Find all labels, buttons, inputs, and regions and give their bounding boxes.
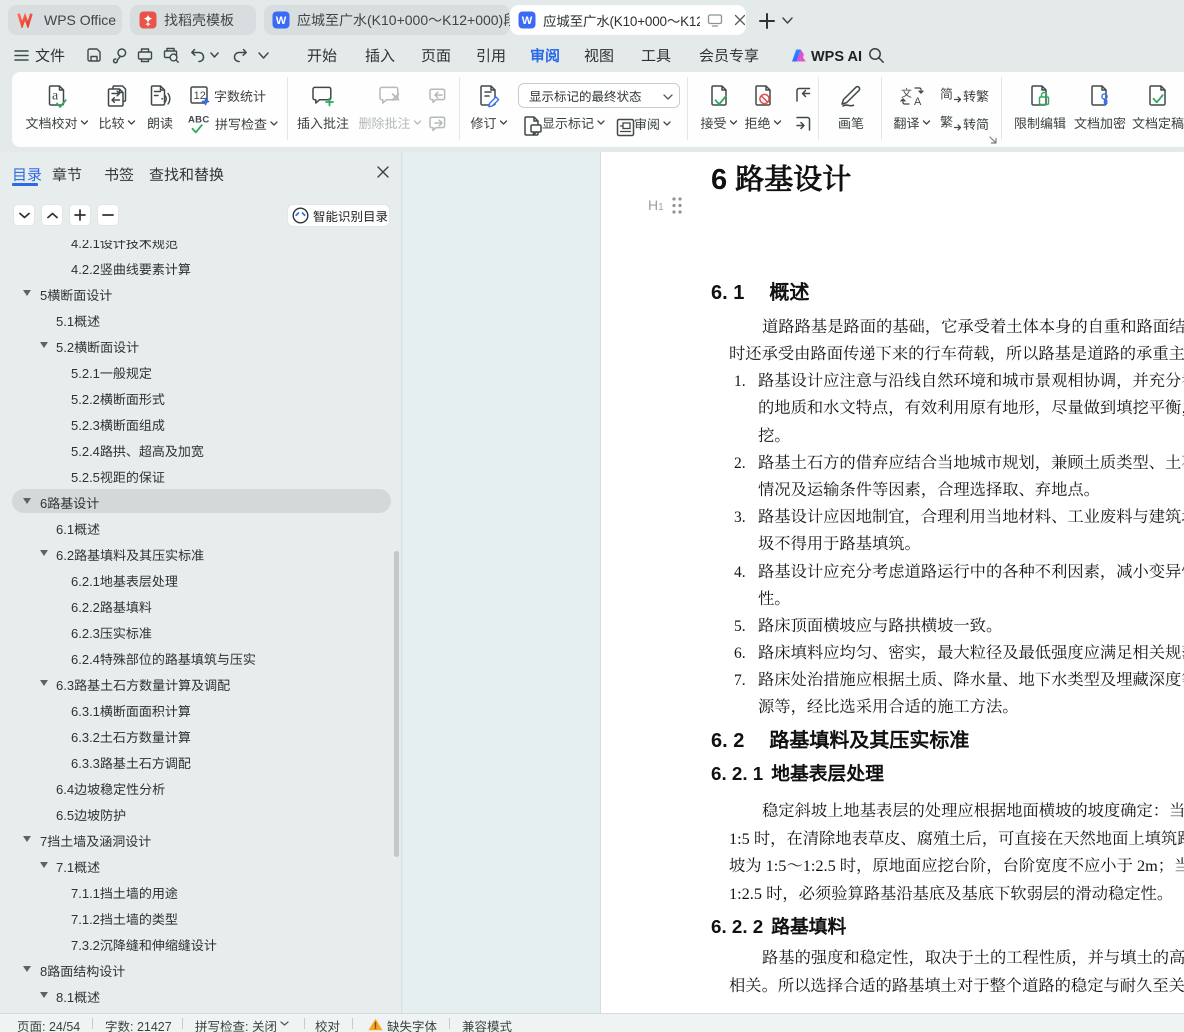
svg-text:W: W xyxy=(276,15,287,27)
svg-text:W: W xyxy=(522,15,533,27)
svg-text:A: A xyxy=(914,96,922,108)
svg-text:简: 简 xyxy=(940,84,953,103)
svg-text:12: 12 xyxy=(194,90,206,102)
svg-text:a: a xyxy=(52,89,59,104)
svg-text:繁: 繁 xyxy=(940,112,953,131)
svg-text:ABC: ABC xyxy=(188,115,209,126)
